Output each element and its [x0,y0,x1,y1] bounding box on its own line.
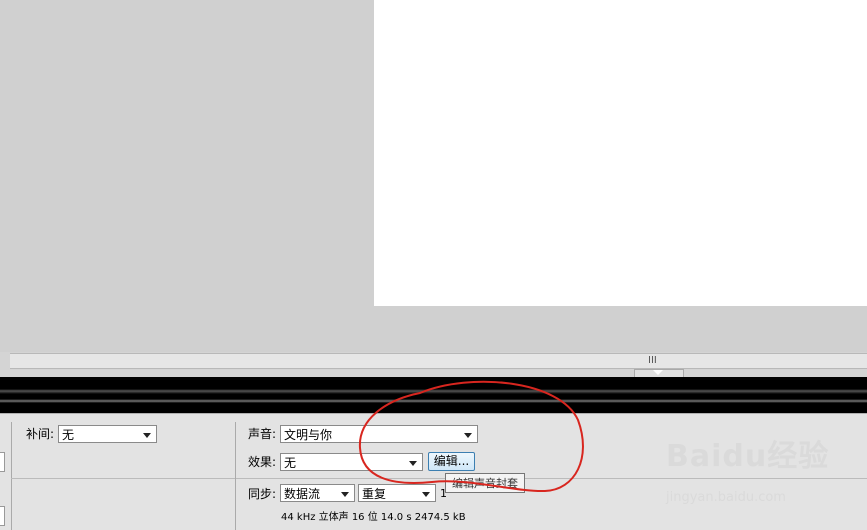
sound-label: 声音: [248,427,277,441]
chevron-down-icon [409,461,417,466]
watermark: Baidu经验 jingyan.baidu.com [666,440,829,506]
horizontal-scrollbar[interactable]: III [10,353,867,369]
stage-area [0,0,867,352]
scrollbar-grip[interactable]: III [648,354,657,368]
left-edge-control[interactable] [0,452,5,472]
tween-select[interactable]: 无 [58,425,157,443]
sync-label: 同步: [248,487,277,501]
chevron-down-icon [143,433,151,438]
edit-envelope-button[interactable]: 编辑... [428,452,475,471]
sound-info-text: 44 kHz 立体声 16 位 14.0 s 2474.5 kB [281,512,466,523]
repeat-select-value: 重复 [362,487,387,501]
chevron-down-icon [464,433,472,438]
left-edge-control[interactable] [0,506,5,526]
panel-separator [235,422,236,530]
tween-label: 补间: [26,427,55,441]
sync-select[interactable]: 数据流 [280,484,355,502]
edit-envelope-tooltip: 编辑声音封套 [445,473,525,493]
stage-canvas[interactable] [374,0,867,306]
repeat-count[interactable]: 1 [440,486,447,502]
panel-separator [11,422,12,530]
effect-select[interactable]: 无 [280,453,423,471]
tween-select-value: 无 [62,428,75,442]
repeat-select[interactable]: 重复 [358,484,436,502]
collapse-arrow-icon [653,370,663,375]
watermark-logo: Baidu经验 [666,439,830,474]
effect-select-value: 无 [284,456,297,470]
panel-divider-bar [0,377,867,413]
panel-row-separator [11,478,235,479]
sound-select-value: 文明与你 [284,428,333,442]
sync-select-value: 数据流 [284,487,321,501]
watermark-url: jingyan.baidu.com [666,490,786,505]
chevron-down-icon [341,492,349,497]
effect-label: 效果: [248,455,277,469]
sound-select[interactable]: 文明与你 [280,425,478,443]
chevron-down-icon [422,492,430,497]
